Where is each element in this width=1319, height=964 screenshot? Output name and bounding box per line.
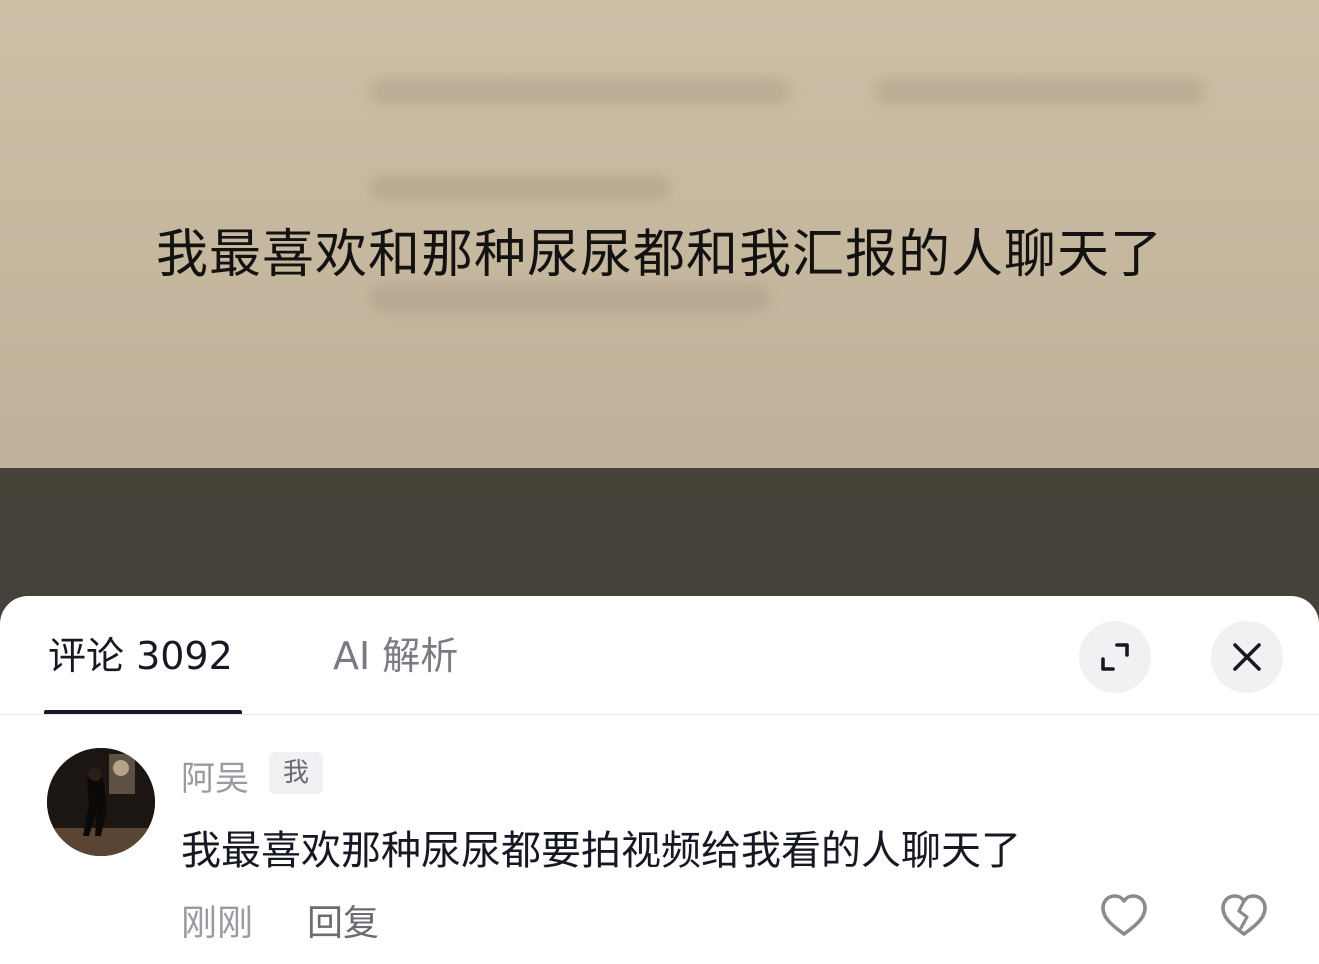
reply-button[interactable]: 回复 (307, 894, 379, 946)
expand-icon (1101, 643, 1129, 671)
comment-time: 刚刚 (181, 903, 254, 944)
blurred-background-text (370, 175, 670, 201)
tabs-divider (0, 714, 1319, 715)
tab-ai-analysis[interactable]: AI 解析 (333, 632, 458, 680)
broken-heart-icon (1221, 894, 1267, 936)
like-button[interactable] (1098, 890, 1150, 942)
close-button[interactable] (1211, 621, 1283, 693)
close-icon (1233, 643, 1261, 671)
avatar-image (47, 748, 155, 856)
avatar[interactable] (47, 748, 155, 856)
blurred-background-text (875, 78, 1205, 104)
me-badge: 我 (269, 752, 323, 794)
heart-icon (1101, 894, 1147, 936)
video-caption: 我最喜欢和那种尿尿都和我汇报的人聊天了 (155, 225, 1163, 285)
comment-username[interactable]: 阿吴 (181, 751, 249, 800)
comment-text[interactable]: 我最喜欢那种尿尿都要拍视频给我看的人聊天了 (181, 818, 1021, 876)
dislike-button[interactable] (1218, 890, 1270, 942)
expand-button[interactable] (1079, 621, 1151, 693)
video-player[interactable]: 我最喜欢和那种尿尿都和我汇报的人聊天了 (0, 0, 1319, 468)
comments-sheet: 评论 3092 AI 解析 阿吴 我 我最喜欢那种尿尿都要拍视频给我看的人聊天了… (0, 596, 1319, 964)
blurred-background-text (370, 285, 770, 311)
tab-comments[interactable]: 评论 3092 (48, 632, 233, 680)
blurred-background-text (370, 78, 790, 104)
